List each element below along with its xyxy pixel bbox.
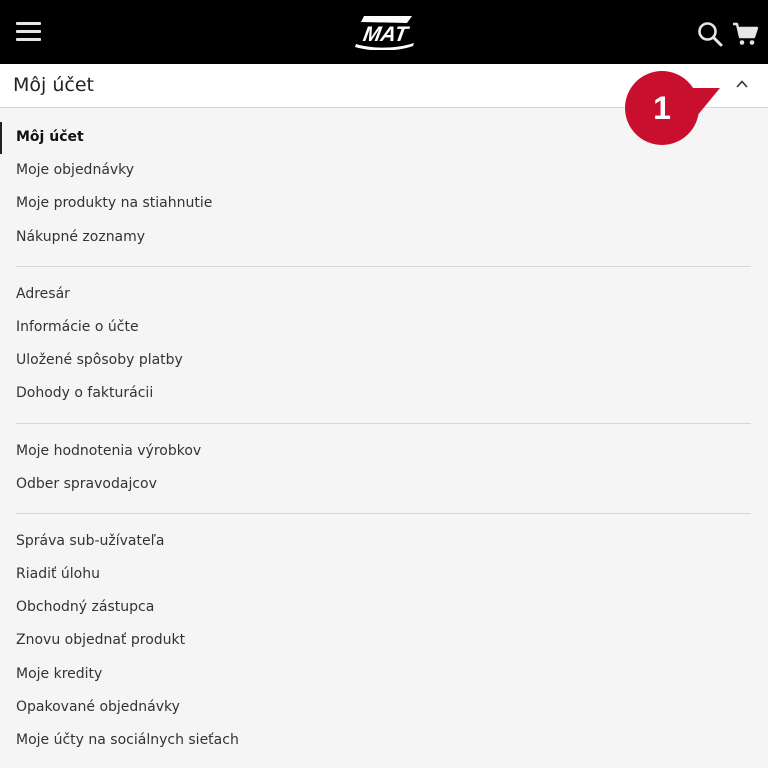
nav-link-billing-agreements[interactable]: Dohody o fakturácii [16, 385, 153, 401]
site-header: MAT [0, 0, 768, 64]
nav-link-reorder-product[interactable]: Znovu objednať produkt [16, 632, 185, 648]
nav-link-address-book[interactable]: Adresár [16, 286, 70, 302]
nav-divider [16, 423, 751, 424]
search-icon[interactable] [697, 21, 723, 47]
nav-divider [16, 266, 751, 267]
nav-link-shopping-lists[interactable]: Nákupné zoznamy [16, 229, 145, 245]
active-item-indicator [0, 122, 2, 154]
nav-link-my-account: Môj účet [16, 129, 84, 145]
nav-link-manage-role[interactable]: Riadiť úlohu [16, 566, 100, 582]
account-dropdown-toggle[interactable]: Môj účet [0, 64, 768, 108]
nav-link-my-credits[interactable]: Moje kredity [16, 666, 102, 682]
nav-link-my-orders[interactable]: Moje objednávky [16, 162, 134, 178]
nav-link-recurring-orders[interactable]: Opakované objednávky [16, 699, 180, 715]
shopping-cart-icon[interactable] [732, 22, 758, 46]
nav-link-saved-payment-methods[interactable]: Uložené spôsoby platby [16, 352, 183, 368]
chevron-up-icon[interactable] [734, 76, 750, 92]
nav-link-newsletter-subscriptions[interactable]: Odber spravodajcov [16, 476, 157, 492]
nav-link-account-information[interactable]: Informácie o účte [16, 319, 139, 335]
hamburger-menu-icon[interactable] [16, 22, 41, 42]
logo-text: MAT [361, 23, 411, 46]
nav-divider [16, 513, 751, 514]
nav-link-downloadable-products[interactable]: Moje produkty na stiahnutie [16, 195, 212, 211]
nav-link-sub-user-management[interactable]: Správa sub-užívateľa [16, 533, 164, 549]
nav-link-social-accounts[interactable]: Moje účty na sociálnych sieťach [16, 732, 239, 748]
nav-link-sales-representative[interactable]: Obchodný zástupca [16, 599, 154, 615]
nav-link-product-reviews[interactable]: Moje hodnotenia výrobkov [16, 443, 201, 459]
mat-logo[interactable]: MAT [352, 14, 418, 50]
account-title: Môj účet [13, 74, 94, 96]
